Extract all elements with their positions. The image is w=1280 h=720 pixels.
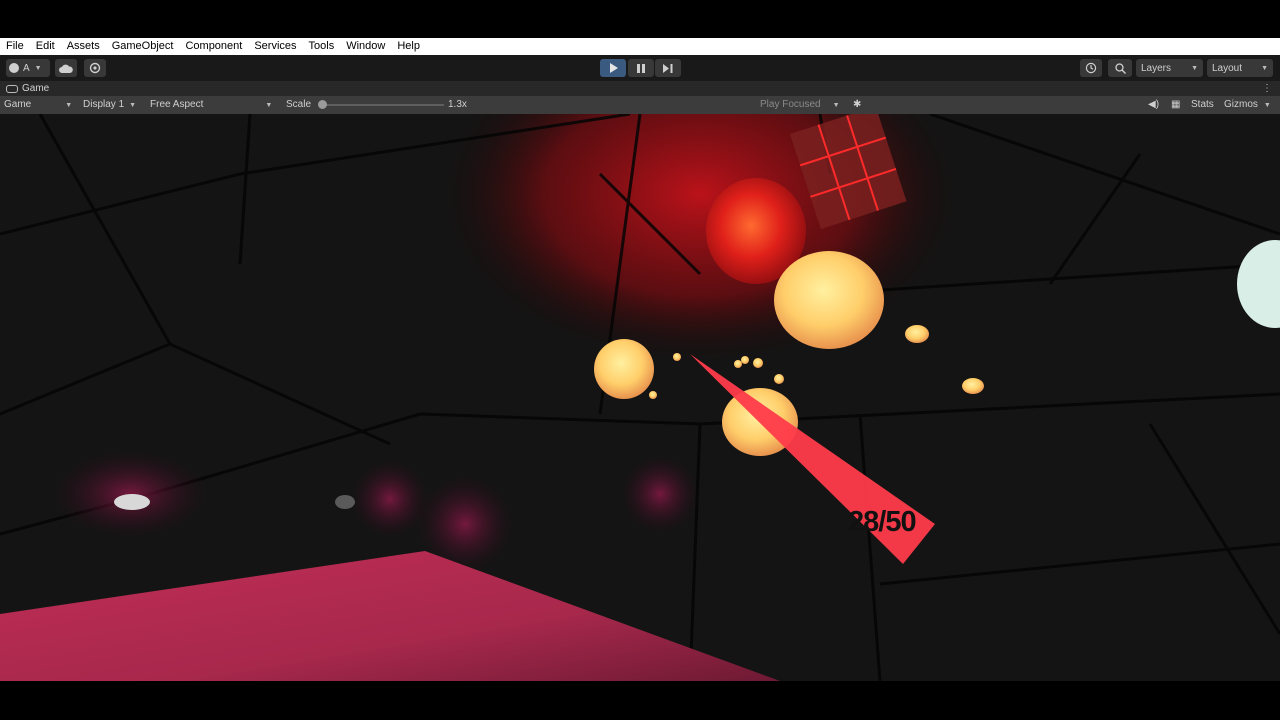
- search-icon: [1114, 62, 1126, 74]
- game-tab-bar: Game ⋮: [0, 81, 1280, 96]
- account-icon: [9, 63, 19, 73]
- menu-window[interactable]: Window: [340, 38, 391, 55]
- history-icon: [1085, 62, 1097, 74]
- aspect-label: Free Aspect: [150, 99, 204, 110]
- account-label: A: [23, 62, 30, 74]
- menu-edit[interactable]: Edit: [30, 38, 61, 55]
- letterbox-top: [0, 0, 1280, 38]
- step-icon: [663, 63, 673, 73]
- gizmos-label: Gizmos: [1224, 99, 1258, 110]
- chevron-down-icon: ▼: [34, 64, 42, 72]
- cloud-icon: [59, 64, 73, 73]
- scale-value: 1.3x: [448, 99, 467, 110]
- chevron-down-icon: ▼: [1261, 64, 1268, 72]
- layers-dropdown[interactable]: Layers ▼: [1136, 59, 1203, 77]
- chevron-down-icon: ▼: [1263, 102, 1271, 109]
- game-view-controls: Game ▼ Display 1 ▼ Free Aspect ▼ Scale 1.3x…: [0, 96, 1280, 114]
- display-dropdown[interactable]: Display 1 ▼: [83, 96, 136, 114]
- cloud-button[interactable]: [55, 59, 77, 77]
- pause-icon: [637, 63, 645, 73]
- pause-button[interactable]: [628, 59, 654, 77]
- bug-icon[interactable]: ✱: [853, 96, 861, 114]
- chevron-down-icon: ▼: [832, 102, 840, 109]
- ammo-counter: 28/50: [848, 506, 917, 538]
- main-toolbar: A ▼ Layers ▼ Layout ▼: [0, 55, 1280, 81]
- search-button[interactable]: [1108, 59, 1132, 77]
- collab-icon: [89, 62, 101, 74]
- letterbox-bottom: [0, 681, 1280, 720]
- layers-label: Layers: [1141, 62, 1172, 74]
- scale-slider-track[interactable]: [320, 104, 444, 106]
- menu-help[interactable]: Help: [391, 38, 426, 55]
- chevron-down-icon: ▼: [265, 102, 273, 109]
- kebab-menu-icon[interactable]: ⋮: [1262, 81, 1272, 96]
- mute-audio-icon[interactable]: ◀): [1148, 96, 1159, 114]
- chevron-down-icon: ▼: [1191, 64, 1198, 72]
- gamepad-icon: [6, 84, 18, 93]
- menu-assets[interactable]: Assets: [61, 38, 106, 55]
- tab-game-label: Game: [22, 83, 50, 94]
- menu-file[interactable]: File: [0, 38, 30, 55]
- menu-tools[interactable]: Tools: [303, 38, 341, 55]
- display-label: Display 1: [83, 99, 125, 110]
- menu-services[interactable]: Services: [248, 38, 302, 55]
- layout-dropdown[interactable]: Layout ▼: [1207, 59, 1273, 77]
- layout-label: Layout: [1212, 62, 1243, 74]
- play-mode-label: Play Focused: [760, 99, 821, 110]
- play-button[interactable]: [600, 59, 626, 77]
- account-dropdown[interactable]: A ▼: [6, 59, 50, 77]
- game-scene: [0, 114, 1280, 681]
- chevron-down-icon: ▼: [129, 102, 137, 109]
- gizmos-dropdown[interactable]: Gizmos ▼: [1224, 96, 1271, 114]
- view-mode-label: Game: [4, 99, 32, 110]
- menu-gameobject[interactable]: GameObject: [106, 38, 180, 55]
- scale-slider-handle[interactable]: [318, 100, 327, 109]
- undo-history-button[interactable]: [1080, 59, 1102, 77]
- game-viewport[interactable]: 28/50: [0, 114, 1280, 681]
- play-mode-dropdown[interactable]: Play Focused ▼: [760, 96, 840, 114]
- menu-component[interactable]: Component: [179, 38, 248, 55]
- play-icon: [609, 63, 618, 73]
- view-mode-dropdown[interactable]: Game ▼: [4, 96, 72, 114]
- aspect-dropdown[interactable]: Free Aspect ▼: [150, 96, 272, 114]
- keyboard-icon[interactable]: ▦: [1171, 96, 1180, 114]
- tab-game[interactable]: Game: [6, 81, 49, 96]
- chevron-down-icon: ▼: [65, 102, 73, 109]
- menu-bar: File Edit Assets GameObject Component Se…: [0, 38, 1280, 55]
- collab-button[interactable]: [84, 59, 106, 77]
- scale-label: Scale: [286, 99, 312, 110]
- stats-button[interactable]: Stats: [1191, 96, 1214, 114]
- step-button[interactable]: [655, 59, 681, 77]
